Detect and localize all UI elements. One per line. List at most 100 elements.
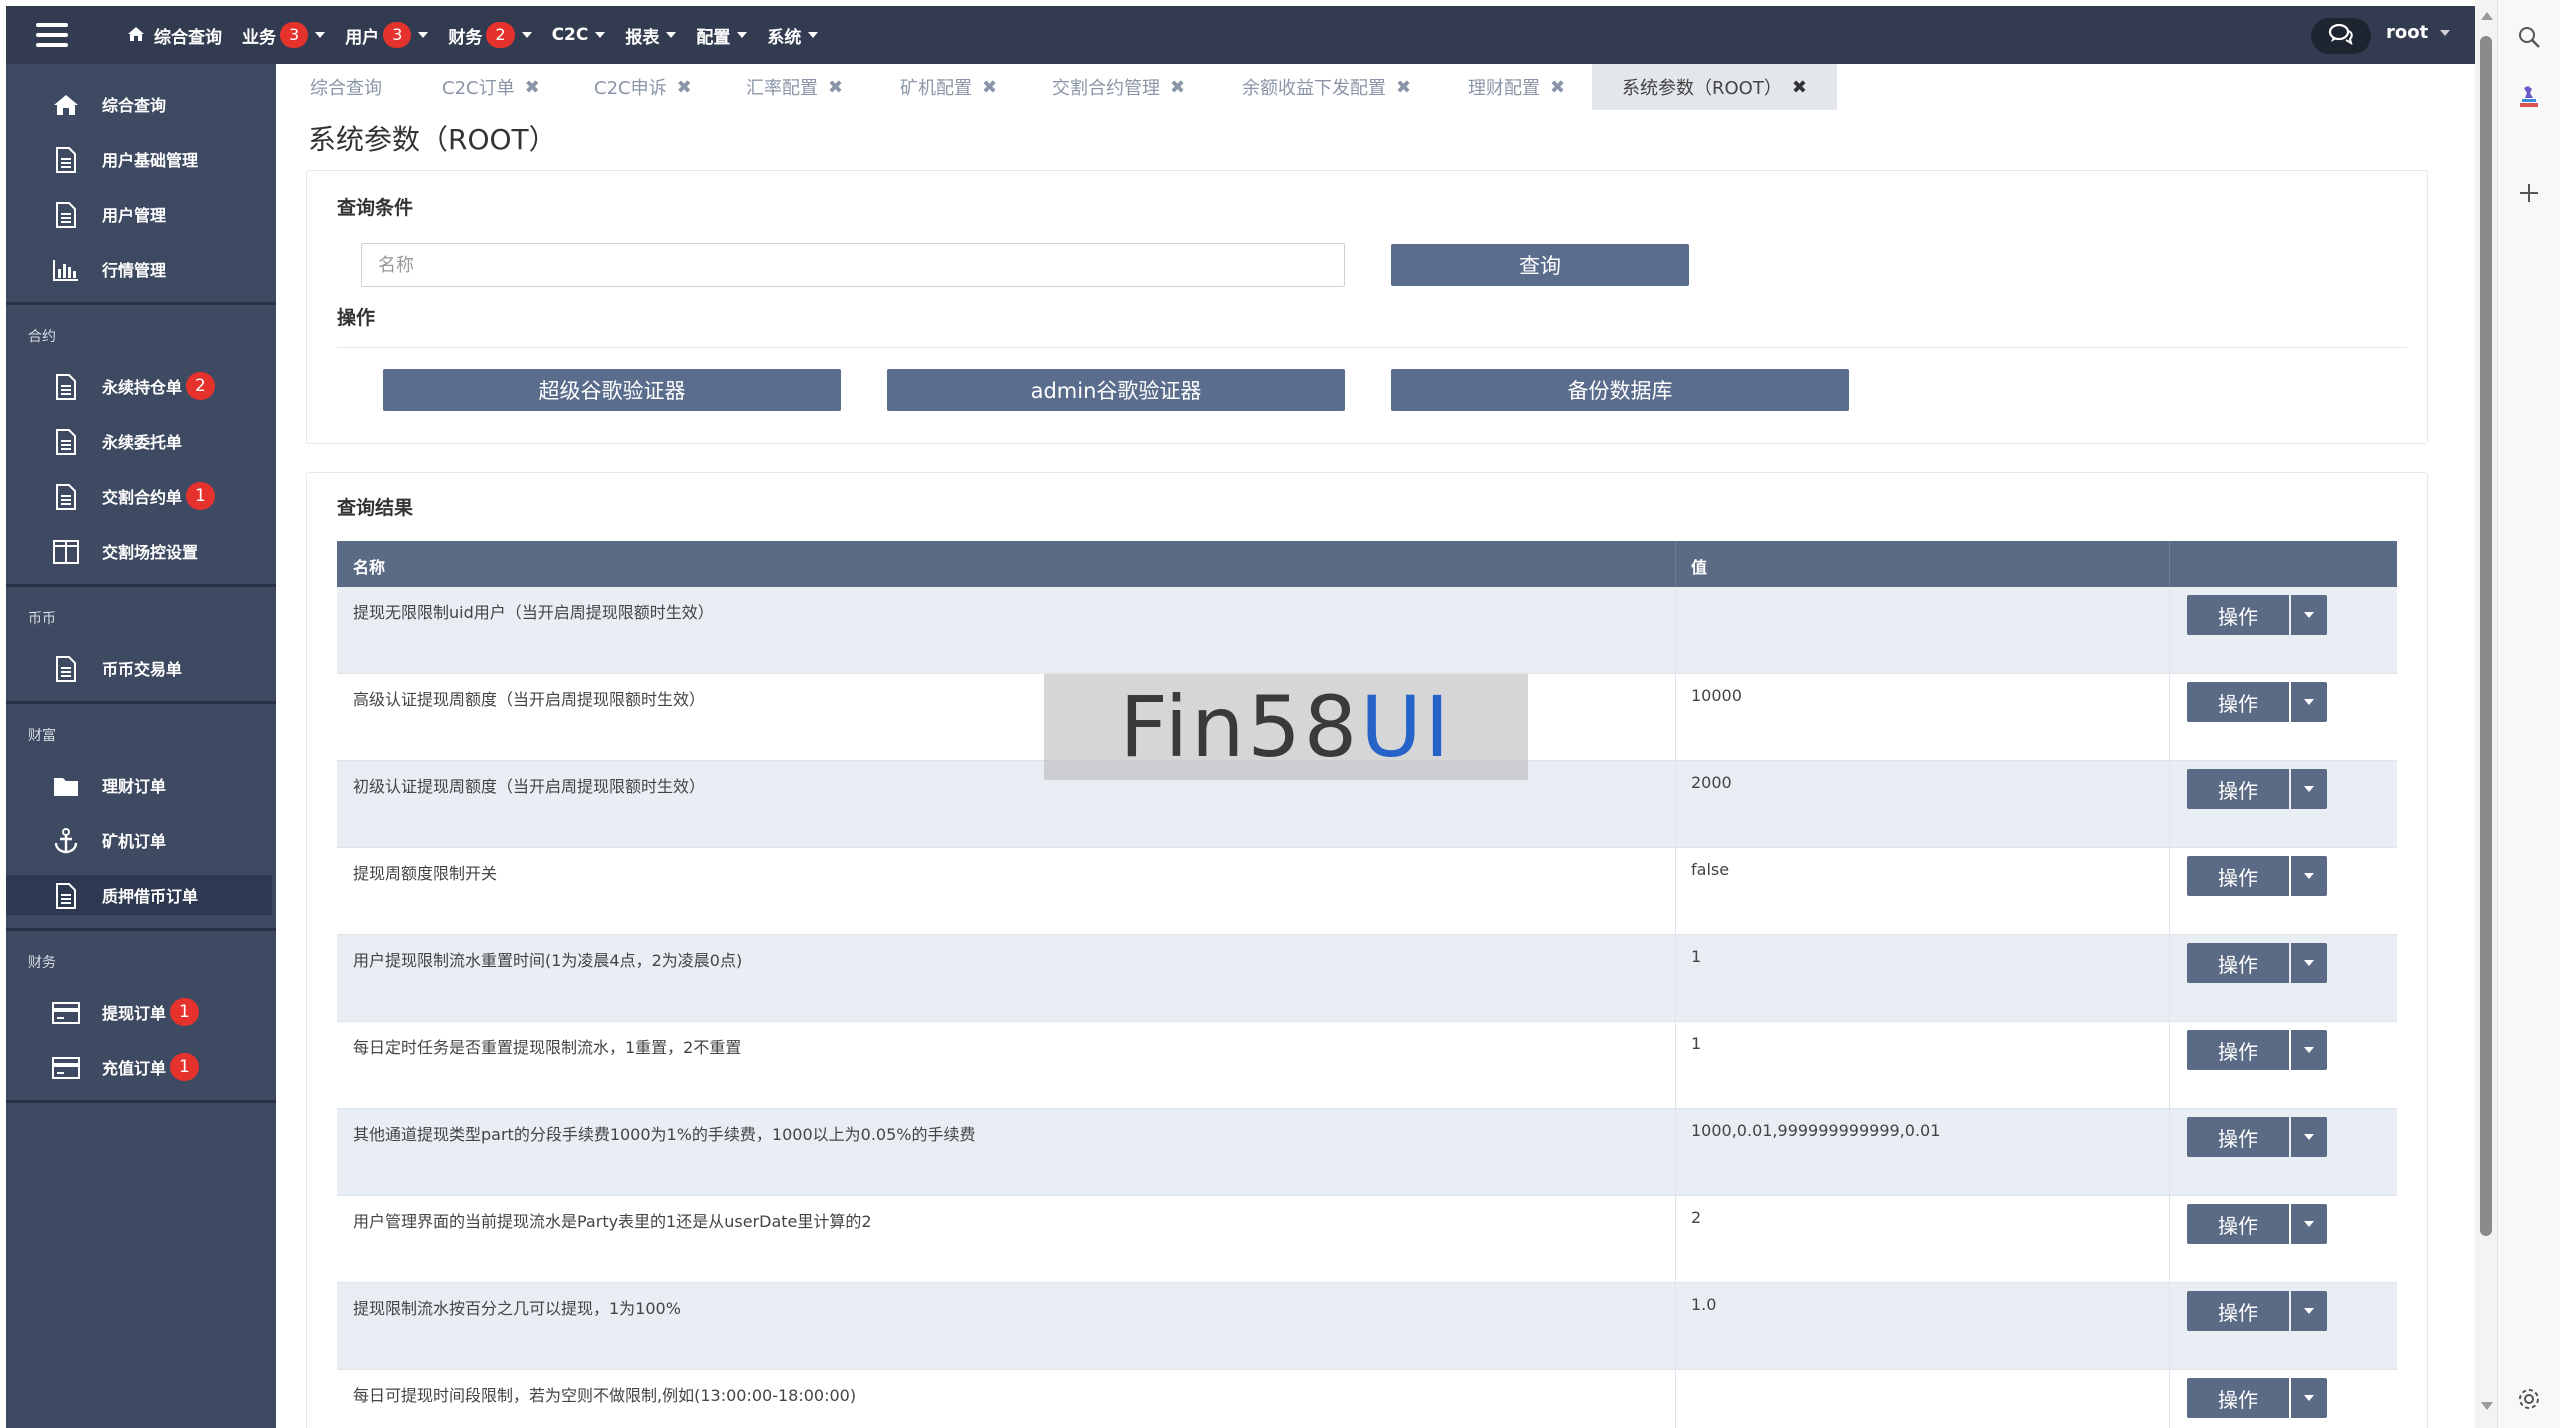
settings-gear-icon[interactable] — [2512, 1382, 2546, 1416]
row-action-button[interactable]: 操作 — [2187, 595, 2289, 635]
sidebar-item-perpetual-positions[interactable]: 永续持仓单 2 — [6, 366, 272, 406]
scroll-down-icon[interactable] — [2481, 1402, 2493, 1410]
param-name: 提现限制流水按百分之几可以提现，1为100% — [353, 1299, 681, 1318]
row-action-dropdown[interactable] — [2291, 856, 2327, 896]
tab-balance-yield-config[interactable]: 余额收益下发配置 ✖ — [1242, 64, 1411, 110]
bar-chart-icon — [52, 257, 80, 283]
name-search-input[interactable] — [361, 243, 1345, 287]
row-action-dropdown[interactable] — [2291, 1030, 2327, 1070]
close-icon[interactable]: ✖ — [982, 77, 997, 98]
chevron-down-icon — [595, 32, 606, 38]
param-name: 提现周额度限制开关 — [353, 864, 498, 883]
param-name: 每日定时任务是否重置提现限制流水，1重置，2不重置 — [353, 1038, 742, 1057]
row-action-dropdown[interactable] — [2291, 1378, 2327, 1418]
watermark-text: UI — [1360, 678, 1453, 776]
plus-icon[interactable] — [2512, 176, 2546, 210]
sidebar-item-delivery-contracts[interactable]: 交割合约单 1 — [6, 476, 272, 516]
tab-miner-config[interactable]: 矿机配置 ✖ — [900, 64, 997, 110]
sidebar-item-label: 交割合约单 — [102, 488, 183, 507]
close-icon[interactable]: ✖ — [1550, 77, 1565, 98]
row-action-dropdown[interactable] — [2291, 1204, 2327, 1244]
chat-button[interactable] — [2311, 18, 2371, 54]
anchor-icon — [52, 828, 80, 854]
close-icon[interactable]: ✖ — [1792, 77, 1807, 98]
page-title: 系统参数（ROOT） — [308, 123, 557, 156]
search-icon[interactable] — [2512, 20, 2546, 54]
nav-item-system[interactable]: 系统 — [767, 23, 819, 48]
row-action-dropdown[interactable] — [2291, 769, 2327, 809]
close-icon[interactable]: ✖ — [677, 77, 692, 98]
nav-item-business[interactable]: 业务 3 — [242, 22, 326, 48]
row-action-button[interactable]: 操作 — [2187, 856, 2289, 896]
chevron-down-icon — [418, 32, 429, 38]
nav-item-c2c[interactable]: C2C — [552, 25, 606, 45]
row-action-dropdown[interactable] — [2291, 943, 2327, 983]
admin-google-auth-button[interactable]: admin谷歌验证器 — [887, 369, 1345, 411]
sidebar-item-perpetual-orders[interactable]: 永续委托单 — [6, 421, 272, 461]
tab-wealth-config[interactable]: 理财配置 ✖ — [1468, 64, 1565, 110]
document-icon — [52, 202, 80, 228]
user-menu[interactable]: root — [2386, 22, 2451, 43]
row-action-dropdown[interactable] — [2291, 682, 2327, 722]
scroll-up-icon[interactable] — [2481, 12, 2493, 20]
row-action-button[interactable]: 操作 — [2187, 769, 2289, 809]
sidebar-item-delivery-control[interactable]: 交割场控设置 — [6, 531, 272, 571]
count-badge: 1 — [186, 482, 215, 510]
tab-overview[interactable]: 综合查询 — [310, 64, 382, 110]
close-icon[interactable]: ✖ — [1396, 77, 1411, 98]
super-google-auth-button[interactable]: 超级谷歌验证器 — [383, 369, 841, 411]
backup-database-button[interactable]: 备份数据库 — [1391, 369, 1849, 411]
row-action-button[interactable]: 操作 — [2187, 1378, 2289, 1418]
sidebar-item-spot-orders[interactable]: 币币交易单 — [6, 648, 272, 688]
sidebar-item-withdraw-orders[interactable]: 提现订单 1 — [6, 992, 272, 1032]
sidebar-item-pledge-loan-orders[interactable]: 质押借币订单 — [6, 875, 272, 915]
sidebar-item-wealth-orders[interactable]: 理财订单 — [6, 765, 272, 805]
nav-item-overview[interactable]: 综合查询 — [128, 23, 222, 48]
row-action-dropdown[interactable] — [2291, 595, 2327, 635]
row-action-button[interactable]: 操作 — [2187, 1030, 2289, 1070]
param-value: 2000 — [1691, 773, 1732, 792]
tab-label: 余额收益下发配置 — [1242, 78, 1386, 99]
tab-delivery-contract-manage[interactable]: 交割合约管理 ✖ — [1052, 64, 1185, 110]
chess-piece-icon[interactable] — [2512, 80, 2546, 114]
search-button[interactable]: 查询 — [1391, 244, 1689, 286]
sidebar-item-label: 综合查询 — [102, 96, 167, 115]
row-action-dropdown[interactable] — [2291, 1117, 2327, 1157]
sidebar-item-user-basic[interactable]: 用户基础管理 — [6, 139, 272, 179]
param-name: 高级认证提现周额度（当开启周提现限额时生效） — [353, 690, 706, 709]
count-badge: 1 — [170, 998, 199, 1026]
menu-toggle-icon[interactable] — [36, 23, 68, 47]
param-name: 每日可提现时间段限制，若为空则不做限制,例如(13:00:00-18:00:00… — [353, 1386, 857, 1405]
nav-item-finance[interactable]: 财务 2 — [448, 22, 532, 48]
tab-rate-config[interactable]: 汇率配置 ✖ — [746, 64, 843, 110]
row-action-button[interactable]: 操作 — [2187, 1204, 2289, 1244]
tab-system-params[interactable]: 系统参数（ROOT） ✖ — [1592, 64, 1837, 110]
nav-item-reports[interactable]: 报表 — [625, 23, 677, 48]
tab-c2c-appeals[interactable]: C2C申诉 ✖ — [594, 64, 692, 110]
close-icon[interactable]: ✖ — [828, 77, 843, 98]
tab-c2c-orders[interactable]: C2C订单 ✖ — [442, 64, 540, 110]
divider — [337, 347, 2407, 348]
count-badge: 3 — [383, 22, 412, 48]
watermark-text: Fin58 — [1119, 678, 1361, 776]
sidebar-item-label: 矿机订单 — [102, 832, 167, 851]
count-badge: 2 — [486, 22, 515, 48]
caret-down-icon — [2304, 699, 2314, 705]
scrollbar-thumb[interactable] — [2480, 36, 2492, 1236]
vertical-scrollbar[interactable] — [2475, 0, 2497, 1428]
row-action-button[interactable]: 操作 — [2187, 682, 2289, 722]
sidebar-item-user-manage[interactable]: 用户管理 — [6, 194, 272, 234]
row-action-dropdown[interactable] — [2291, 1291, 2327, 1331]
nav-item-label: 用户 — [345, 27, 380, 48]
sidebar-item-miner-orders[interactable]: 矿机订单 — [6, 820, 272, 860]
sidebar-item-market[interactable]: 行情管理 — [6, 249, 272, 289]
nav-item-users[interactable]: 用户 3 — [345, 22, 429, 48]
row-action-button[interactable]: 操作 — [2187, 943, 2289, 983]
row-action-button[interactable]: 操作 — [2187, 1117, 2289, 1157]
sidebar-item-overview[interactable]: 综合查询 — [6, 84, 272, 124]
close-icon[interactable]: ✖ — [1170, 77, 1185, 98]
close-icon[interactable]: ✖ — [525, 77, 540, 98]
row-action-button[interactable]: 操作 — [2187, 1291, 2289, 1331]
sidebar-item-deposit-orders[interactable]: 充值订单 1 — [6, 1047, 272, 1087]
nav-item-config[interactable]: 配置 — [696, 23, 748, 48]
